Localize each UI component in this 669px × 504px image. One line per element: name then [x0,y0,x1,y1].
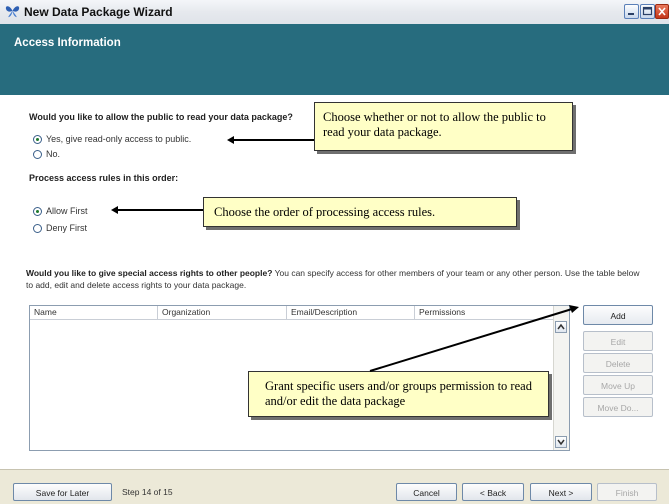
allow-first-option[interactable]: Allow First [33,206,88,216]
page-title: Access Information [14,37,121,49]
next-button[interactable]: Next > [530,483,592,501]
step-indicator: Step 14 of 15 [122,487,173,497]
radio-unchecked-icon [33,223,42,233]
add-button[interactable]: Add [583,305,653,325]
column-header-name[interactable]: Name [30,306,158,319]
callout-arrow [227,136,314,144]
maximize-icon [642,6,653,16]
wizard-content: Would you like to allow the public to re… [0,95,669,469]
wizard-footer: Save for Later Step 14 of 15 Cancel < Ba… [0,469,669,504]
deny-first-option[interactable]: Deny First [33,223,87,233]
radio-unchecked-icon [33,149,42,159]
callout-arrow [111,206,203,214]
deny-first-label: Deny First [46,223,88,233]
move-up-button[interactable]: Move Up [583,375,653,395]
public-yes-label: Yes, give read-only access to public. [46,134,192,144]
close-button[interactable] [655,4,669,19]
public-no-label: No. [46,149,61,159]
special-access-question: Would you like to give special access ri… [26,268,273,278]
butterfly-icon [5,6,20,18]
public-no-option[interactable]: No. [33,149,60,159]
allow-first-label: Allow First [46,206,88,216]
close-icon [658,7,666,16]
edit-button[interactable]: Edit [583,331,653,351]
maximize-button[interactable] [640,4,655,19]
public-yes-option[interactable]: Yes, give read-only access to public. [33,134,191,144]
move-down-button[interactable]: Move Do... [583,397,653,417]
scroll-up-button[interactable] [555,321,567,333]
page-header: Access Information [0,24,669,95]
column-header-permissions[interactable]: Permissions [415,306,554,319]
radio-checked-icon [33,206,42,216]
column-header-email[interactable]: Email/Description [287,306,415,319]
save-for-later-button[interactable]: Save for Later [13,483,112,501]
callout-grant-permissions: Grant specific users and/or groups permi… [248,371,549,417]
vertical-scrollbar[interactable] [553,306,569,450]
radio-checked-icon [33,134,42,144]
table-header: Name Organization Email/Description Perm… [30,306,554,320]
wizard-window: New Data Package Wizard Access Informati… [0,0,669,504]
callout-rule-order: Choose the order of processing access ru… [203,197,517,227]
window-title: New Data Package Wizard [24,5,173,19]
back-button[interactable]: < Back [462,483,524,501]
minimize-button[interactable] [624,4,639,19]
callout-public-access: Choose whether or not to allow the publi… [314,102,573,151]
delete-button[interactable]: Delete [583,353,653,373]
column-header-organization[interactable]: Organization [158,306,287,319]
public-access-question: Would you like to allow the public to re… [29,112,293,122]
finish-button[interactable]: Finish [597,483,657,501]
chevron-up-icon [557,323,565,330]
chevron-down-icon [557,439,565,446]
title-bar[interactable]: New Data Package Wizard [0,0,669,25]
cancel-button[interactable]: Cancel [396,483,457,501]
minimize-icon [628,13,634,15]
special-access-text: Would you like to give special access ri… [26,267,646,291]
rule-order-question: Process access rules in this order: [29,173,179,183]
scroll-down-button[interactable] [555,436,567,448]
